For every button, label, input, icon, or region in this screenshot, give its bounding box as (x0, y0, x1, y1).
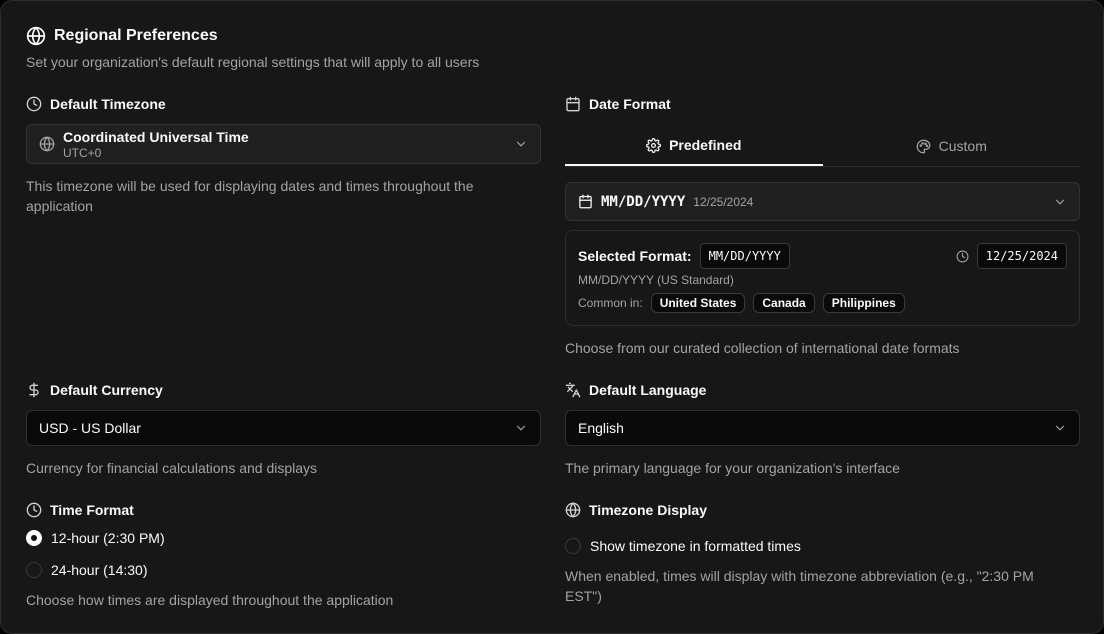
radio-24h-label: 24-hour (14:30) (51, 562, 148, 578)
currency-label-row: Default Currency (26, 382, 163, 398)
timezone-display-option-label: Show timezone in formatted times (590, 538, 801, 554)
calendar-icon (578, 194, 593, 209)
timezone-display-help: When enabled, times will display with ti… (565, 568, 1034, 604)
date-format-label-row: Date Format (565, 96, 671, 112)
globe-icon (39, 136, 55, 152)
timezone-help: This timezone will be used for displayin… (26, 178, 474, 214)
date-format-label: Date Format (589, 96, 671, 112)
timezone-display-label: Timezone Display (589, 502, 708, 518)
time-format-option-24h[interactable]: 24-hour (14:30) (26, 562, 148, 578)
currency-help: Currency for financial calculations and … (26, 460, 318, 476)
page-title: Regional Preferences (54, 27, 218, 44)
radio-24h[interactable] (26, 562, 42, 578)
palette-icon (916, 139, 931, 154)
tab-predefined[interactable]: Predefined (565, 126, 823, 166)
calendar-icon (565, 96, 581, 112)
chevron-down-icon (514, 137, 528, 151)
country-tag: United States (650, 293, 746, 313)
language-label-row: Default Language (565, 382, 706, 398)
clock-icon (956, 250, 969, 263)
timezone-label: Default Timezone (50, 96, 166, 112)
radio-12h-label: 12-hour (2:30 PM) (51, 530, 165, 546)
timezone-offset: UTC+0 (63, 145, 102, 160)
country-tag: Canada (753, 293, 815, 313)
date-format-help: Choose from our curated collection of in… (565, 340, 960, 356)
dollar-icon (26, 382, 42, 398)
time-format-option-12h[interactable]: 12-hour (2:30 PM) (26, 530, 165, 546)
date-format-tabs: Predefined Custom (565, 126, 1080, 167)
selected-format-label: Selected Format: (578, 248, 692, 264)
timezone-label-row: Default Timezone (26, 96, 166, 112)
tab-custom[interactable]: Custom (823, 126, 1081, 166)
language-label: Default Language (589, 382, 707, 398)
card-header: Regional Preferences (26, 26, 218, 46)
timezone-select-value: Coordinated Universal Time UTC+0 (63, 129, 249, 160)
tab-custom-label: Custom (938, 138, 987, 154)
time-format-label: Time Format (50, 502, 134, 518)
page-subtitle: Set your organization's default regional… (26, 54, 480, 70)
date-format-details: Selected Format: MM/DD/YYYY 12/25/2024 M… (565, 230, 1080, 326)
globe-icon (565, 502, 581, 518)
date-format-example: 12/25/2024 (693, 194, 754, 209)
time-format-label-row: Time Format (26, 502, 134, 518)
timezone-display-label-row: Timezone Display (565, 502, 707, 518)
currency-value: USD - US Dollar (39, 420, 141, 436)
common-in-row: Common in: United States Canada Philippi… (578, 293, 905, 313)
clock-icon (26, 502, 42, 518)
chevron-down-icon (514, 421, 528, 435)
time-format-help: Choose how times are displayed throughou… (26, 592, 394, 608)
globe-icon (26, 26, 46, 46)
chevron-down-icon (1053, 421, 1067, 435)
selected-format-value: MM/DD/YYYY (699, 243, 790, 269)
chevron-down-icon (1053, 195, 1067, 209)
gear-icon (646, 137, 662, 153)
language-value: English (578, 420, 624, 436)
common-in-label: Common in: (578, 296, 643, 310)
selected-format-row: Selected Format: MM/DD/YYYY (578, 243, 790, 269)
tab-predefined-label: Predefined (669, 137, 742, 153)
timezone-display-option[interactable]: Show timezone in formatted times (565, 538, 801, 554)
timezone-display-checkbox[interactable] (565, 538, 581, 554)
language-select[interactable]: English (565, 410, 1080, 446)
format-preview-row: 12/25/2024 (956, 243, 1067, 269)
clock-icon (26, 96, 42, 112)
radio-12h[interactable] (26, 530, 42, 546)
country-tag: Philippines (822, 293, 905, 313)
timezone-name: Coordinated Universal Time (63, 128, 249, 145)
currency-select[interactable]: USD - US Dollar (26, 410, 541, 446)
regional-preferences-card: Regional Preferences Set your organizati… (0, 0, 1104, 634)
languages-icon (565, 382, 581, 398)
date-format-pattern: MM/DD/YYYY (601, 193, 686, 210)
timezone-select[interactable]: Coordinated Universal Time UTC+0 (26, 124, 541, 164)
date-format-select[interactable]: MM/DD/YYYY 12/25/2024 (565, 182, 1080, 221)
format-preview: 12/25/2024 (976, 243, 1067, 269)
currency-label: Default Currency (50, 382, 163, 398)
language-help: The primary language for your organizati… (565, 460, 900, 476)
format-description: MM/DD/YYYY (US Standard) (578, 273, 734, 287)
